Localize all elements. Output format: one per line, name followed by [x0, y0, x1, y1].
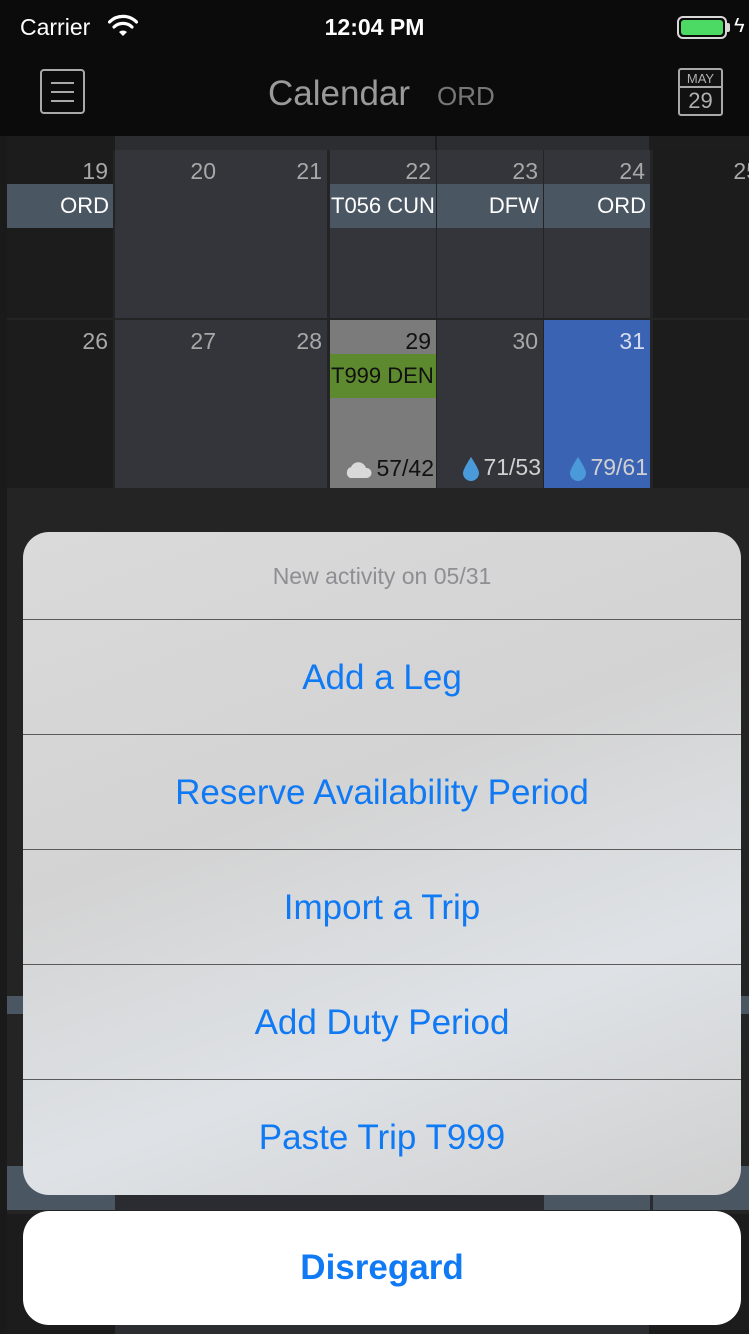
calendar-entry: T999 DEN: [330, 354, 436, 398]
reserve-availability-period-button[interactable]: Reserve Availability Period: [23, 735, 741, 850]
status-time: 12:04 PM: [324, 14, 425, 40]
calendar-day-empty: [653, 320, 749, 488]
today-day: 29: [688, 88, 713, 113]
calendar-day-20[interactable]: 20: [115, 150, 221, 318]
action-sheet-title: New activity on 05/31: [23, 532, 741, 620]
weather-forecast: 71/53: [437, 454, 543, 482]
calendar-day-25[interactable]: 25: [653, 150, 749, 318]
calendar-entry: ORD: [7, 184, 113, 228]
today-month: MAY: [680, 70, 721, 88]
paste-trip-button[interactable]: Paste Trip T999: [23, 1080, 741, 1195]
calendar-day-21[interactable]: 21: [221, 150, 327, 318]
calendar-day-29[interactable]: 29 T999 DEN 57/42: [330, 320, 436, 488]
add-duty-period-button[interactable]: Add Duty Period: [23, 965, 741, 1080]
navigation-bar: Calendar ORD MAY 29: [0, 56, 749, 136]
disregard-button[interactable]: Disregard: [23, 1211, 741, 1325]
add-leg-button[interactable]: Add a Leg: [23, 620, 741, 735]
calendar-entry: DFW: [437, 184, 543, 228]
weather-forecast: 57/42: [330, 455, 436, 482]
battery-tip: [727, 23, 730, 32]
weather-forecast: 79/61: [544, 454, 650, 482]
cloud-icon: [347, 462, 372, 478]
calendar-day-31[interactable]: 31 79/61: [544, 320, 650, 488]
calendar-day-24[interactable]: 24 ORD: [544, 150, 650, 318]
action-sheet: New activity on 05/31 Add a Leg Reserve …: [23, 532, 741, 1195]
raindrop-icon: [570, 457, 587, 481]
calendar-day-19[interactable]: 19 ORD: [7, 136, 113, 318]
raindrop-icon: [463, 457, 480, 481]
battery-icon: [677, 16, 727, 39]
import-trip-button[interactable]: Import a Trip: [23, 850, 741, 965]
hamburger-menu-icon[interactable]: [40, 69, 85, 114]
calendar-day-30[interactable]: 30 71/53: [437, 320, 543, 488]
calendar-day-28[interactable]: 28: [221, 320, 327, 488]
calendar-day-23[interactable]: 23 DFW: [437, 150, 543, 318]
calendar-entry: ORD: [544, 184, 650, 228]
calendar-day-27[interactable]: 27: [115, 320, 221, 488]
calendar-day-26[interactable]: 26: [7, 320, 113, 488]
status-bar: Carrier 12:04 PM ϟ: [0, 0, 749, 56]
page-subtitle: ORD: [437, 81, 495, 111]
today-button[interactable]: MAY 29: [678, 68, 723, 116]
page-title: Calendar: [268, 74, 411, 113]
calendar-entry: T056 CUN: [330, 184, 436, 228]
calendar-day-22[interactable]: 22 T056 CUN: [330, 150, 436, 318]
charging-bolt-icon: ϟ: [734, 15, 745, 37]
